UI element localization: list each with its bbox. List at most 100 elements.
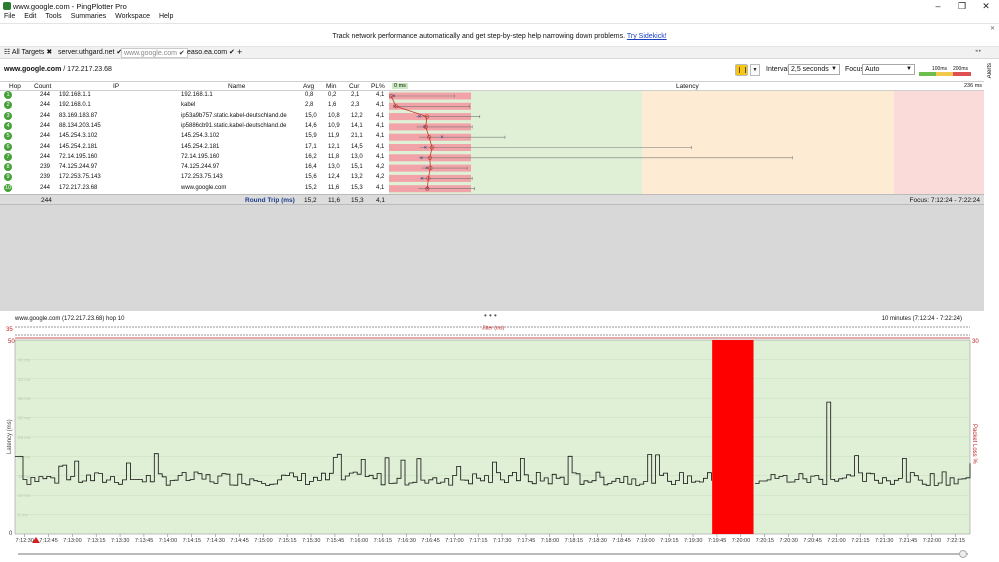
close-button[interactable]: ✕ bbox=[974, 0, 998, 13]
cell-cur: 14,5 bbox=[351, 143, 363, 150]
y-axis-label-left: Latency (ms) bbox=[7, 419, 13, 454]
legend-red bbox=[953, 72, 971, 76]
check-icon: ✔ bbox=[178, 50, 185, 57]
hop-row[interactable]: 10 244 172.217.23.68 www.google.com 15,2 11,6… bbox=[0, 183, 389, 194]
hop-number-badge: 1 bbox=[4, 91, 12, 99]
hop-number-badge: 7 bbox=[4, 152, 12, 161]
y-grid-label: 25 ms bbox=[18, 435, 31, 440]
cell-name: ip53a9b757.static.kabel-deutschland.de bbox=[181, 112, 287, 119]
hop-row[interactable]: 1 244 192.168.1.1 192.168.1.1 0,8 0,2 2,1 4,1 bbox=[0, 91, 389, 101]
hop-row[interactable]: 2 244 192.168.0.1 kabel 2,8 1,6 2,3 4,1 bbox=[0, 101, 389, 111]
x-tick-label: 7:21:30 bbox=[875, 538, 893, 544]
col-hop[interactable]: Hop bbox=[9, 83, 21, 90]
col-cur[interactable]: Cur bbox=[349, 83, 359, 90]
pause-dropdown-button[interactable]: ▼ bbox=[750, 64, 760, 76]
legend-yellow bbox=[936, 72, 953, 76]
cell-cur: 2,1 bbox=[351, 92, 360, 98]
round-trip-summary: 244 Round Trip (ms) 15,2 11,6 15,3 4,1 F… bbox=[0, 194, 984, 205]
hop-row[interactable]: 7 244 72.14.195.160 72.14.195.160 16,2 11,8 13… bbox=[0, 152, 389, 163]
latency-timeline-chart: 35 Jitter (ms) 45 ms 40 ms 35 ms 30 ms 25 ms 20… bbox=[6, 326, 979, 545]
menu-file[interactable]: File bbox=[4, 13, 15, 20]
chevron-down-icon: ▼ bbox=[906, 66, 912, 72]
col-latency[interactable]: Latency bbox=[676, 83, 699, 90]
cell-cur: 21,1 bbox=[351, 133, 363, 140]
hop-row[interactable]: 6 244 145.254.2.181 145.254.2.181 17,1 12,1 14… bbox=[0, 142, 389, 153]
cell-avg: 15,0 bbox=[305, 112, 317, 119]
cell-pl: 4,1 bbox=[376, 153, 385, 160]
y-grid-label: 40 ms bbox=[18, 377, 31, 382]
window-title: www.google.com - PingPlotter Pro bbox=[13, 2, 127, 11]
x-tick-label: 7:15:45 bbox=[326, 538, 344, 544]
cell-cur: 15,3 bbox=[351, 184, 363, 191]
x-tick-label: 7:19:15 bbox=[660, 538, 678, 544]
interval-value: 2,5 seconds bbox=[791, 66, 829, 73]
tab-easo-ea[interactable]: easo.ea.com ✔ bbox=[185, 48, 237, 58]
x-tick-label: 7:17:45 bbox=[517, 538, 535, 544]
y-max-right: 30 bbox=[972, 339, 979, 345]
target-breadcrumb: www.google.com / 172.217.23.68 bbox=[4, 66, 112, 73]
col-name[interactable]: Name bbox=[228, 83, 245, 90]
hop-row[interactable]: 8 239 74.125.244.97 74.125.244.97 16,4 13,0 15… bbox=[0, 163, 389, 173]
target-ip: / 172.217.23.68 bbox=[63, 66, 112, 73]
x-tick-label: 7:16:15 bbox=[374, 538, 392, 544]
alerts-side-tab[interactable]: Alerts bbox=[987, 63, 993, 78]
cell-avg: 16,2 bbox=[305, 153, 317, 160]
menu-summaries[interactable]: Summaries bbox=[71, 13, 106, 20]
title-bar: www.google.com - PingPlotter Pro – ❒ ✕ bbox=[0, 0, 999, 13]
y-grid-label: 20 ms bbox=[18, 454, 31, 459]
x-tick-label: 7:18:30 bbox=[589, 538, 607, 544]
timeline-range: 10 minutes (7:12:24 - 7:22:24) bbox=[881, 316, 962, 322]
col-avg[interactable]: Avg bbox=[303, 83, 314, 90]
x-tick-label: 7:18:00 bbox=[541, 538, 559, 544]
tab-www-google[interactable]: www.google.com ✔ bbox=[121, 48, 188, 58]
menu-tools[interactable]: Tools bbox=[45, 13, 61, 20]
sidekick-link[interactable]: Try Sidekick! bbox=[627, 33, 667, 40]
scrollbar-thumb[interactable] bbox=[959, 550, 967, 558]
average-latency-line bbox=[390, 95, 433, 189]
cell-min: 12,4 bbox=[328, 174, 340, 181]
menu-help[interactable]: Help bbox=[159, 13, 173, 20]
target-host: www.google.com bbox=[4, 66, 62, 73]
summary-count: 244 bbox=[41, 197, 52, 204]
col-count[interactable]: Count bbox=[34, 83, 51, 90]
cell-name: kabel bbox=[181, 102, 196, 109]
tab-scroll-arrows-icon[interactable]: ◂ ▸ bbox=[975, 48, 981, 54]
cell-pl: 4,1 bbox=[376, 102, 385, 109]
col-pl[interactable]: PL% bbox=[371, 83, 385, 90]
hop-row[interactable]: 4 244 88.134.203.145 ip5886cb91.static.kabe… bbox=[0, 121, 389, 132]
focus-select[interactable]: Auto ▼ bbox=[862, 64, 915, 75]
summary-pl: 4,1 bbox=[376, 197, 386, 204]
y-grid-label: 10 ms bbox=[18, 493, 31, 498]
tab-server-uthgard[interactable]: server.uthgard.net ✔ bbox=[56, 48, 124, 58]
cell-name: 172.253.75.143 bbox=[181, 174, 223, 181]
jitter-label: Jitter (ms) bbox=[482, 326, 505, 332]
close-tab-icon[interactable]: ✖ bbox=[46, 49, 52, 56]
chevron-down-icon: ▼ bbox=[831, 66, 837, 72]
minimize-button[interactable]: – bbox=[926, 0, 950, 13]
menu-edit[interactable]: Edit bbox=[24, 13, 36, 20]
pause-button[interactable] bbox=[735, 64, 748, 76]
y-grid-label: 15 ms bbox=[18, 474, 31, 479]
maximize-button[interactable]: ❒ bbox=[950, 0, 974, 13]
timeline-scrollbar[interactable] bbox=[0, 549, 984, 560]
current-latency-marker: × bbox=[420, 156, 424, 162]
cell-min: 11,6 bbox=[328, 184, 340, 191]
current-latency-marker: × bbox=[425, 166, 429, 172]
cell-cur: 2,3 bbox=[351, 102, 360, 109]
close-banner-icon[interactable]: ✕ bbox=[990, 25, 995, 32]
hop-row[interactable]: 5 244 145.254.3.102 145.254.3.102 15,9 11,9 21… bbox=[0, 132, 389, 142]
col-ip[interactable]: IP bbox=[113, 83, 119, 90]
cell-count: 244 bbox=[40, 122, 51, 129]
col-min[interactable]: Min bbox=[326, 83, 336, 90]
interval-select[interactable]: 2,5 seconds ▼ bbox=[788, 64, 840, 75]
menu-workspace[interactable]: Workspace bbox=[115, 13, 150, 20]
scrollbar-track bbox=[18, 553, 968, 555]
x-tick-label: 7:20:15 bbox=[756, 538, 774, 544]
x-tick-label: 7:16:00 bbox=[350, 538, 368, 544]
summary-focus-range: Focus: 7:12:24 - 7:22:24 bbox=[909, 197, 980, 204]
hop-row[interactable]: 9 239 172.253.75.143 172.253.75.143 15,6 12,4… bbox=[0, 173, 389, 183]
hop-row[interactable]: 3 244 83.169.183.87 ip53a9b757.static.kabel… bbox=[0, 111, 389, 122]
add-tab-icon[interactable]: + bbox=[235, 48, 244, 58]
current-latency-marker: × bbox=[420, 176, 424, 182]
tab-all-targets[interactable]: ☷ All Targets ✖ bbox=[2, 48, 54, 58]
